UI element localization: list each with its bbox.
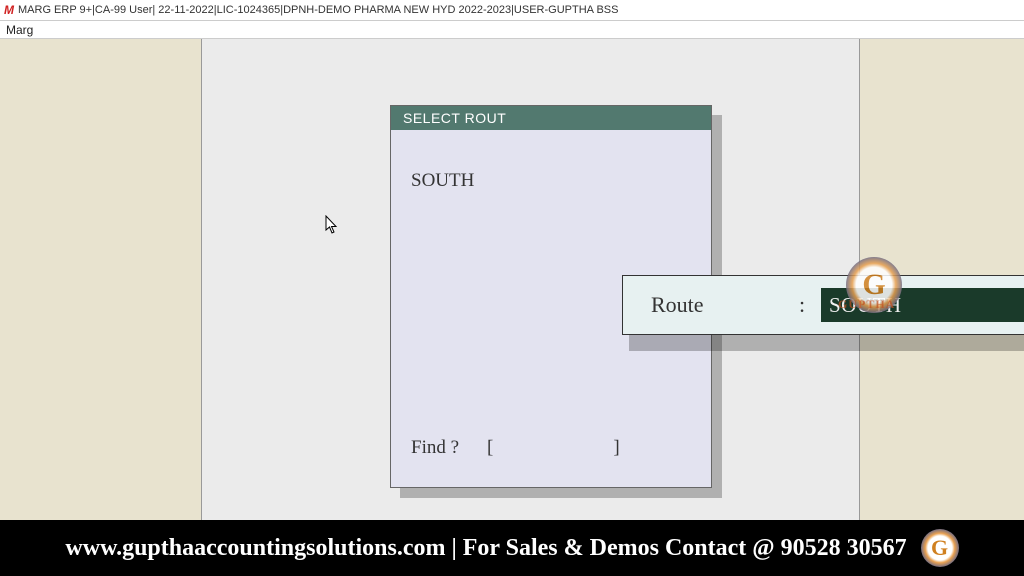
find-label: Find ? [411, 437, 459, 459]
menu-item-marg[interactable]: Marg [6, 23, 33, 37]
bracket-right: ] [613, 437, 619, 459]
window-title-text: MARG ERP 9+|CA-99 User| 22-11-2022|LIC-1… [18, 4, 618, 16]
route-colon: : [799, 292, 821, 318]
footer-bar: www.gupthaaccountingsolutions.com | For … [0, 520, 1024, 576]
footer-text: www.gupthaaccountingsolutions.com | For … [65, 535, 906, 562]
center-panel: SELECT ROUT SOUTH Find ? [ ] GUPTHA Rout… [201, 39, 860, 520]
footer-logo-icon [921, 529, 959, 567]
list-item[interactable]: SOUTH [411, 168, 691, 194]
app-logo-icon: M [4, 3, 14, 17]
route-popup: Route : SOUTH [622, 275, 1024, 335]
menu-bar[interactable]: Marg [0, 21, 1024, 39]
dialog-header: SELECT ROUT [391, 106, 711, 130]
workspace: SELECT ROUT SOUTH Find ? [ ] GUPTHA Rout… [0, 39, 1024, 520]
watermark-text: GUPTHA [838, 297, 895, 312]
route-label: Route [651, 292, 799, 318]
bracket-left: [ [487, 437, 493, 459]
window-title-bar: M MARG ERP 9+|CA-99 User| 22-11-2022|LIC… [0, 0, 1024, 21]
find-row: Find ? [ ] [411, 437, 691, 459]
mouse-cursor-icon [325, 215, 339, 235]
